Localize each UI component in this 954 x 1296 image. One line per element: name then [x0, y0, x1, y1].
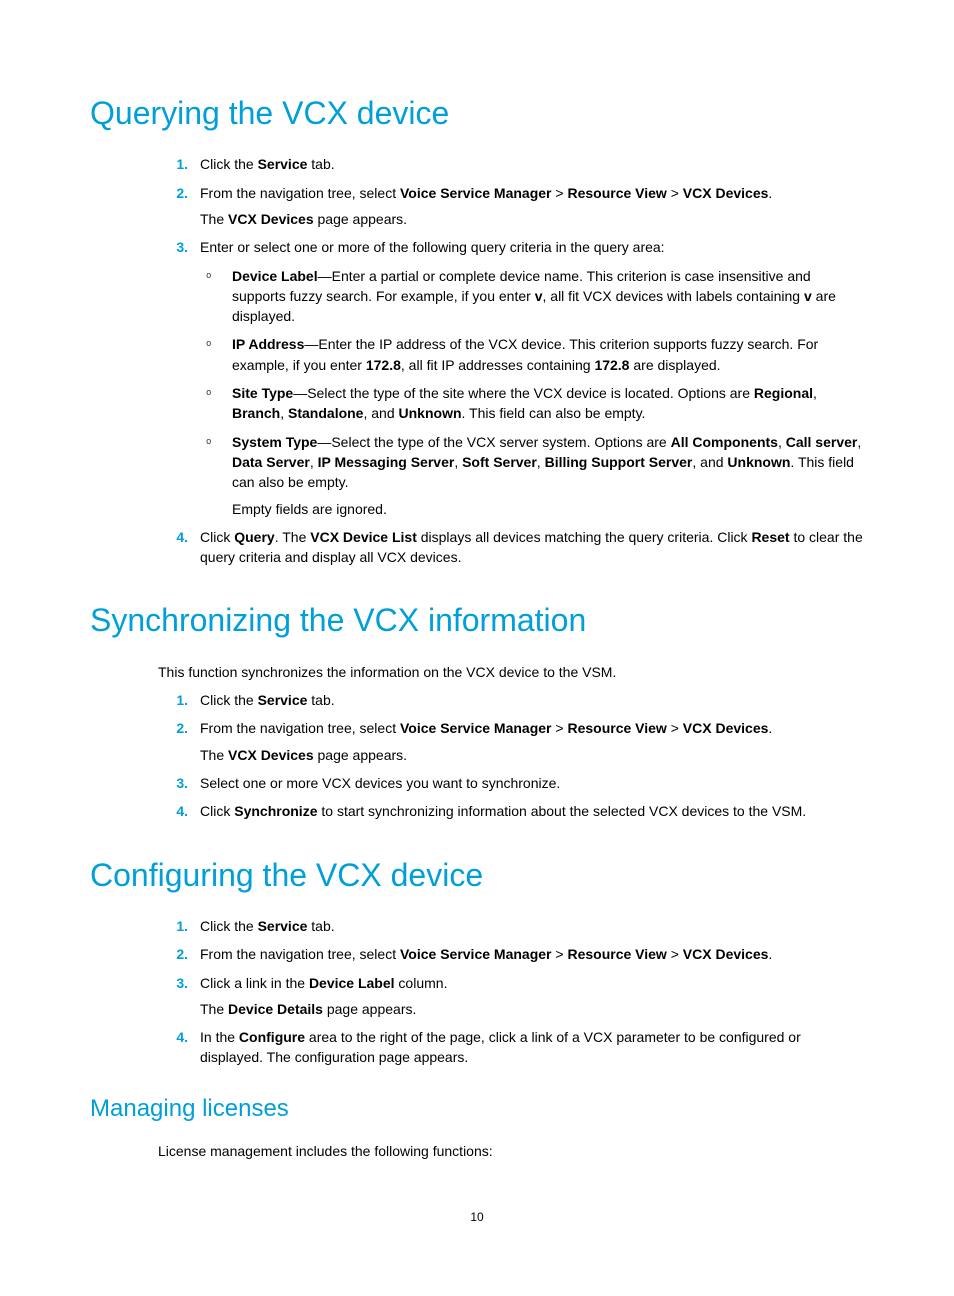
- steps-synchronizing: Click the Service tab. From the navigatio…: [158, 690, 864, 821]
- step-item: Click the Service tab.: [158, 916, 864, 936]
- heading-configuring: Configuring the VCX device: [90, 852, 864, 898]
- step-text: Click the Service tab.: [200, 916, 864, 936]
- step-text: From the navigation tree, select Voice S…: [200, 944, 864, 964]
- substep-text: IP Address—Enter the IP address of the V…: [232, 334, 864, 375]
- section-configuring-body: Click the Service tab. From the navigatio…: [158, 916, 864, 1068]
- substep-list: Device Label—Enter a partial or complete…: [200, 266, 864, 519]
- step-item: Click the Service tab.: [158, 690, 864, 710]
- substep-text: Device Label—Enter a partial or complete…: [232, 266, 864, 327]
- heading-licenses: Managing licenses: [90, 1092, 864, 1127]
- steps-querying: Click the Service tab. From the navigatio…: [158, 154, 864, 567]
- intro-licenses: License management includes the followin…: [158, 1141, 864, 1161]
- step-text: In the Configure area to the right of th…: [200, 1027, 864, 1068]
- step-text: The VCX Devices page appears.: [200, 745, 864, 765]
- steps-configuring: Click the Service tab. From the navigatio…: [158, 916, 864, 1068]
- step-text: Select one or more VCX devices you want …: [200, 773, 864, 793]
- substep-text: Empty fields are ignored.: [232, 499, 864, 519]
- step-item: Enter or select one or more of the follo…: [158, 237, 864, 519]
- substep-text: Site Type—Select the type of the site wh…: [232, 383, 864, 424]
- substep-item: Device Label—Enter a partial or complete…: [200, 266, 864, 327]
- step-item: Click Synchronize to start synchronizing…: [158, 801, 864, 821]
- step-text: Click Query. The VCX Device List display…: [200, 527, 864, 568]
- step-item: In the Configure area to the right of th…: [158, 1027, 864, 1068]
- step-text: The Device Details page appears.: [200, 999, 864, 1019]
- substep-item: System Type—Select the type of the VCX s…: [200, 432, 864, 519]
- step-text: From the navigation tree, select Voice S…: [200, 718, 864, 738]
- heading-querying: Querying the VCX device: [90, 90, 864, 136]
- section-querying-body: Click the Service tab. From the navigatio…: [158, 154, 864, 567]
- page-number: 10: [90, 1209, 864, 1226]
- step-item: From the navigation tree, select Voice S…: [158, 718, 864, 765]
- substep-text: System Type—Select the type of the VCX s…: [232, 432, 864, 493]
- step-item: Select one or more VCX devices you want …: [158, 773, 864, 793]
- substep-item: Site Type—Select the type of the site wh…: [200, 383, 864, 424]
- step-text: From the navigation tree, select Voice S…: [200, 183, 864, 203]
- step-item: Click Query. The VCX Device List display…: [158, 527, 864, 568]
- step-text: Click a link in the Device Label column.: [200, 973, 864, 993]
- heading-synchronizing: Synchronizing the VCX information: [90, 597, 864, 643]
- step-item: Click a link in the Device Label column.…: [158, 973, 864, 1020]
- step-text: Click the Service tab.: [200, 154, 864, 174]
- intro-synchronizing: This function synchronizes the informati…: [158, 662, 864, 682]
- section-licenses-body: License management includes the followin…: [158, 1141, 864, 1161]
- step-item: From the navigation tree, select Voice S…: [158, 944, 864, 964]
- step-text: The VCX Devices page appears.: [200, 209, 864, 229]
- step-text: Enter or select one or more of the follo…: [200, 237, 864, 257]
- substep-item: IP Address—Enter the IP address of the V…: [200, 334, 864, 375]
- step-text: Click the Service tab.: [200, 690, 864, 710]
- section-synchronizing-body: This function synchronizes the informati…: [158, 662, 864, 822]
- step-text: Click Synchronize to start synchronizing…: [200, 801, 864, 821]
- step-item: From the navigation tree, select Voice S…: [158, 183, 864, 230]
- step-item: Click the Service tab.: [158, 154, 864, 174]
